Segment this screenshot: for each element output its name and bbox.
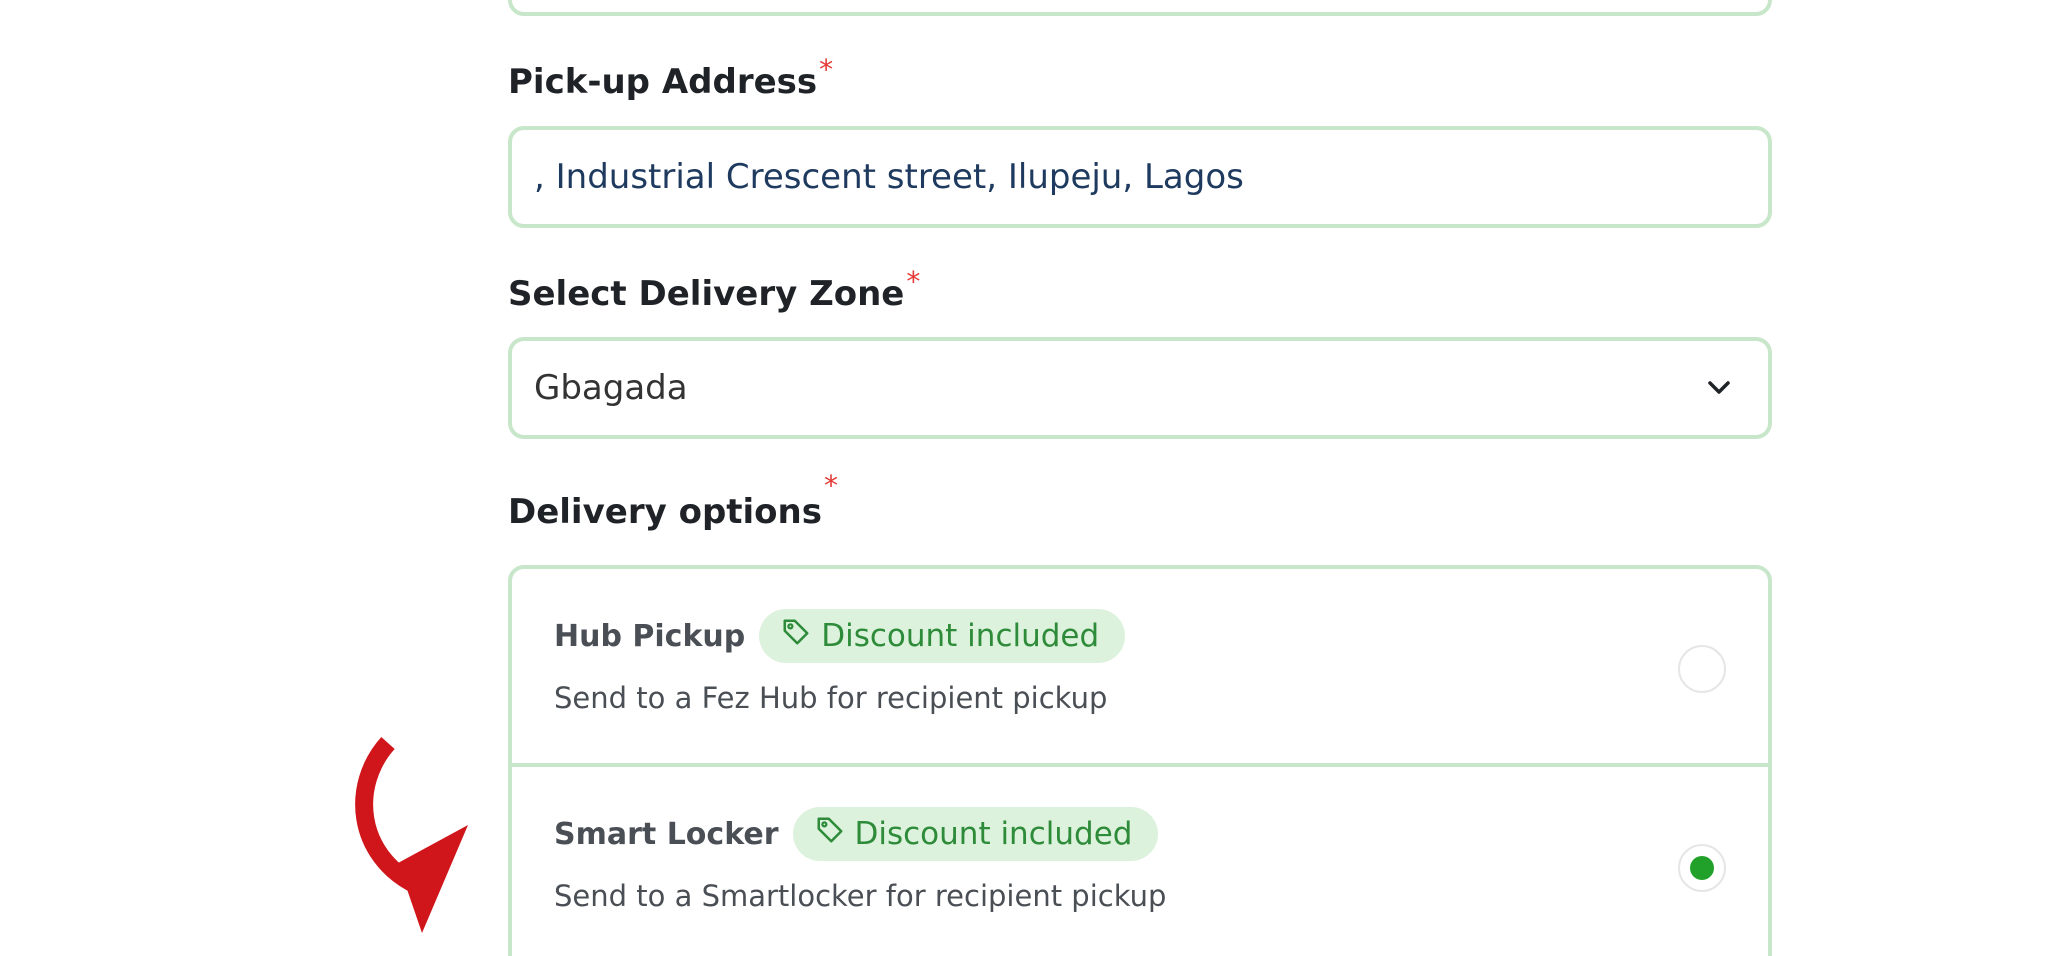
required-mark: * <box>906 265 921 298</box>
tag-icon <box>815 815 845 853</box>
option-title: Hub Pickup <box>554 618 746 654</box>
discount-badge: Discount included <box>759 609 1126 663</box>
delivery-option-smart-locker[interactable]: Smart Locker Discount included Send to a… <box>512 767 1768 956</box>
option-title: Smart Locker <box>554 816 779 852</box>
badge-label: Discount included <box>821 618 1100 654</box>
delivery-zone-label-text: Select Delivery Zone <box>508 274 905 314</box>
delivery-options-label: Delivery options* <box>508 469 838 532</box>
discount-badge: Discount included <box>792 807 1159 861</box>
radio-selected-dot <box>1690 856 1714 880</box>
option-title-row: Hub Pickup Discount included <box>554 609 1126 663</box>
curved-arrow-icon <box>350 735 510 939</box>
pickup-address-value: , Industrial Crescent street, Ilupeju, L… <box>534 157 1244 197</box>
pickup-address-input[interactable]: , Industrial Crescent street, Ilupeju, L… <box>508 126 1772 228</box>
delivery-zone-select[interactable]: Gbagada <box>508 337 1772 439</box>
tag-icon <box>781 617 811 655</box>
delivery-zone-selected-value: Gbagada <box>534 368 688 408</box>
delivery-zone-label: Select Delivery Zone* <box>508 265 920 314</box>
delivery-form: Pick-up Address* , Industrial Crescent s… <box>0 0 2048 956</box>
chevron-down-icon <box>1702 371 1736 405</box>
radio-button-unselected[interactable] <box>1678 645 1726 693</box>
badge-label: Discount included <box>854 816 1133 852</box>
option-description: Send to a Fez Hub for recipient pickup <box>554 681 1108 715</box>
delivery-options-group: Hub Pickup Discount included Send to a F… <box>508 565 1772 956</box>
required-mark: * <box>824 469 838 502</box>
radio-button-selected[interactable] <box>1678 844 1726 892</box>
delivery-option-hub-pickup[interactable]: Hub Pickup Discount included Send to a F… <box>512 569 1768 767</box>
required-mark: * <box>819 53 834 86</box>
option-description: Send to a Smartlocker for recipient pick… <box>554 879 1167 913</box>
pickup-address-label: Pick-up Address* <box>508 53 833 102</box>
previous-input-field[interactable] <box>508 0 1772 16</box>
option-title-row: Smart Locker Discount included <box>554 807 1159 861</box>
delivery-options-label-text: Delivery options <box>508 492 822 532</box>
pickup-address-label-text: Pick-up Address <box>508 62 818 102</box>
